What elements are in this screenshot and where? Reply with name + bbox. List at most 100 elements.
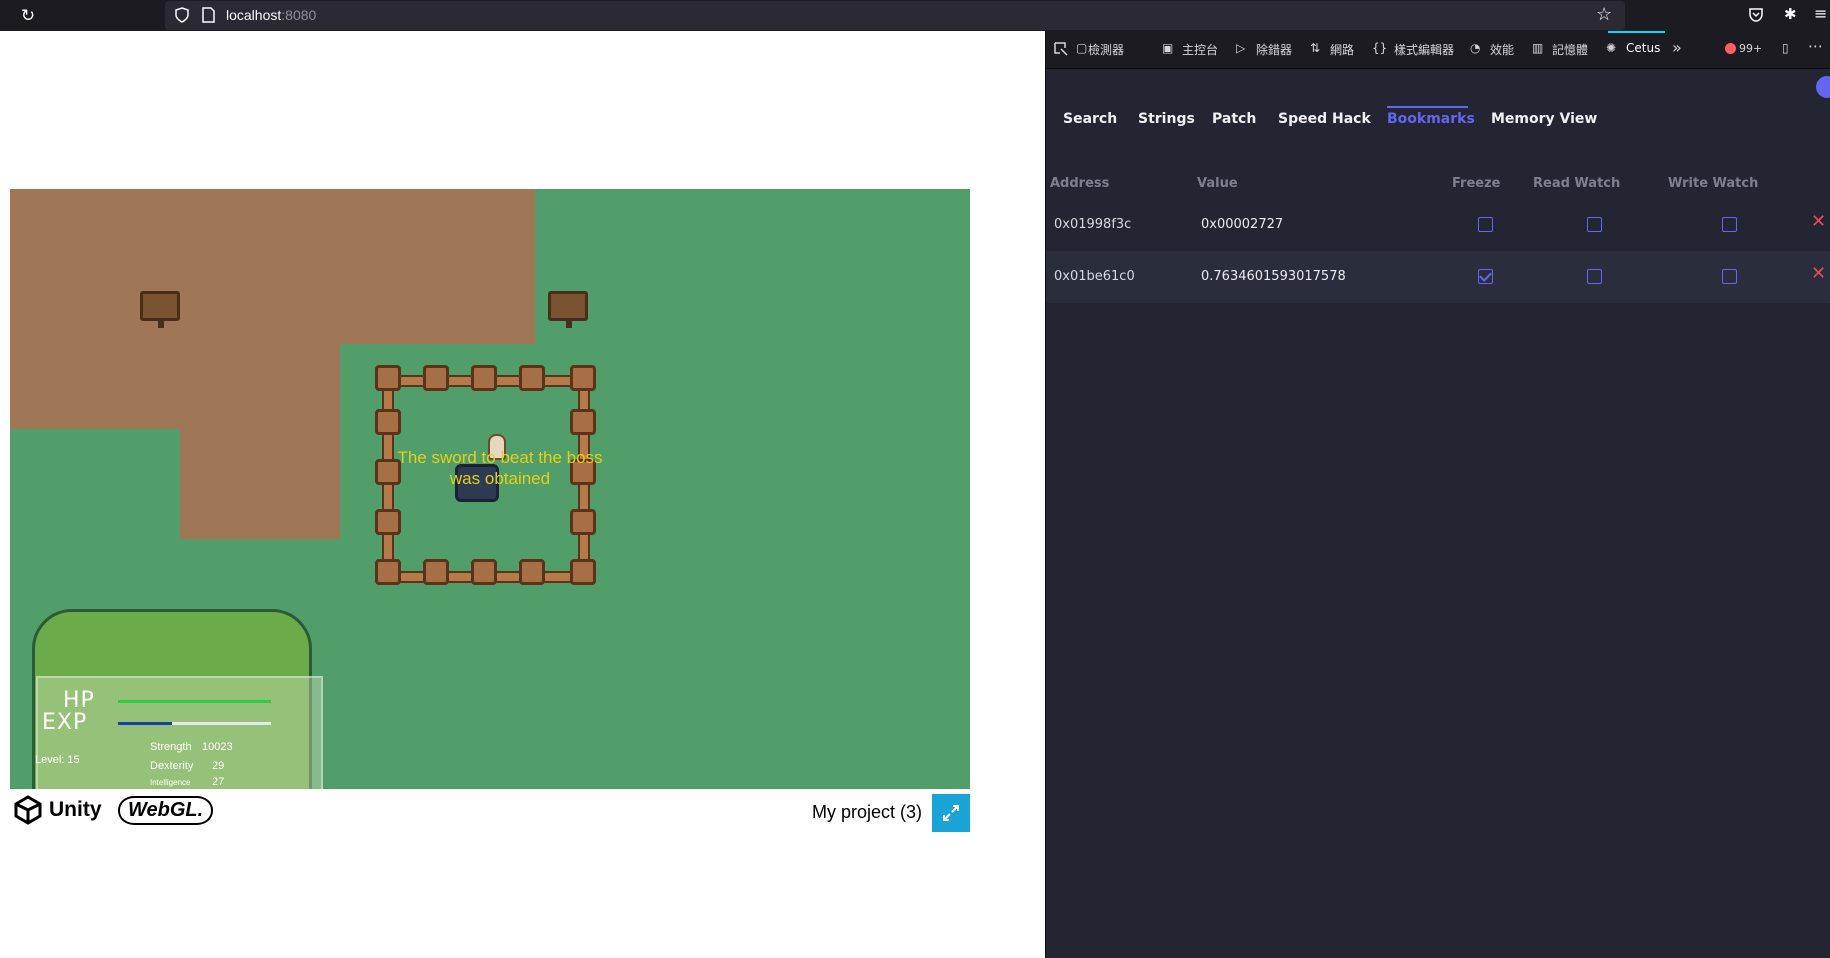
fence-post: [375, 509, 401, 535]
devtools-panel: 檢測器 ▢ ▣ 主控台 ▷ 除錯器 ⇅ 網路 {} 樣式編輯器 ◔ 效能 ▥ 記…: [1045, 31, 1830, 958]
console-icon: ▣: [1162, 41, 1174, 55]
wooden-sign: [140, 291, 180, 328]
responsive-design-icon[interactable]: ▯: [1782, 41, 1789, 55]
fence-post: [519, 365, 545, 391]
cetus-tab-strings[interactable]: Strings: [1138, 111, 1195, 127]
devtools-tab-inspector[interactable]: 檢測器: [1088, 41, 1124, 58]
url-text[interactable]: localhost:8080: [226, 7, 316, 23]
column-header-value: Value: [1197, 176, 1238, 191]
bookmark-value[interactable]: 0.7634601593017578: [1201, 269, 1346, 284]
unity-wordmark: Unity: [49, 798, 102, 821]
delete-bookmark-icon[interactable]: ✕: [1811, 211, 1826, 232]
cetus-nav: [1046, 70, 1830, 140]
network-icon: ⇅: [1310, 41, 1321, 55]
cetus-tab-memory-view[interactable]: Memory View: [1491, 111, 1597, 127]
bookmark-value[interactable]: 0x00002727: [1201, 217, 1283, 232]
more-tabs-icon[interactable]: »: [1672, 38, 1682, 57]
fence-post: [471, 559, 497, 585]
cetus-tab-patch[interactable]: Patch: [1212, 111, 1256, 127]
exp-bar: [118, 722, 271, 725]
browser-toolbar: ↻ localhost:8080 ☆ ✱ ≡: [0, 0, 1830, 31]
bookmark-row: 0x01998f3c 0x00002727 ✕: [1046, 199, 1830, 251]
fence-post: [570, 509, 596, 535]
inspector-icon: ▢: [1076, 41, 1088, 55]
fence-post: [570, 365, 596, 391]
fence-post: [375, 365, 401, 391]
devtools-tab-memory[interactable]: 記憶體: [1552, 41, 1588, 58]
project-title: My project (3): [811, 802, 922, 822]
write-watch-checkbox[interactable]: [1722, 269, 1737, 284]
fence-post: [375, 409, 401, 435]
intelligence-value: 27: [212, 776, 225, 788]
tracking-shield-icon[interactable]: [175, 7, 189, 23]
bookmark-address[interactable]: 0x01be61c0: [1054, 269, 1135, 284]
fence-post: [570, 409, 596, 435]
fence-post: [471, 365, 497, 391]
active-tab-indicator: [1608, 31, 1665, 33]
unity-logo: Unity: [13, 795, 102, 825]
hp-bar-fill: [118, 700, 271, 703]
devtools-tabbar: 檢測器 ▢ ▣ 主控台 ▷ 除錯器 ⇅ 網路 {} 樣式編輯器 ◔ 效能 ▥ 記…: [1046, 31, 1830, 69]
exp-label: EXP: [42, 710, 88, 735]
dirt-path: [10, 189, 535, 344]
devtools-tab-network[interactable]: 網路: [1330, 41, 1354, 58]
url-bar[interactable]: [165, 1, 1625, 30]
extensions-icon[interactable]: ✱: [1784, 5, 1797, 23]
write-watch-checkbox[interactable]: [1722, 217, 1737, 232]
delete-bookmark-icon[interactable]: ✕: [1811, 263, 1826, 284]
strength-label: Strength: [150, 741, 192, 753]
bookmark-address[interactable]: 0x01998f3c: [1054, 217, 1131, 232]
column-header-address: Address: [1050, 176, 1110, 191]
unity-game-canvas[interactable]: The sword to beat the boss was obtained …: [10, 189, 970, 789]
memory-icon: ▥: [1532, 41, 1544, 55]
fence-post: [423, 559, 449, 585]
fence-post: [375, 559, 401, 585]
freeze-checkbox[interactable]: [1478, 269, 1493, 284]
webgl-logo: WebGL.: [118, 796, 214, 825]
dexterity-value: 29: [212, 760, 225, 772]
dirt-path: [180, 429, 340, 539]
devtools-tab-debugger[interactable]: 除錯器: [1256, 41, 1292, 58]
pocket-icon[interactable]: [1748, 7, 1764, 23]
fence-post: [570, 559, 596, 585]
devtools-tab-cetus[interactable]: Cetus: [1626, 41, 1660, 55]
read-watch-checkbox[interactable]: [1587, 269, 1602, 284]
column-header-write-watch: Write Watch: [1668, 176, 1759, 191]
dexterity-label: Dexterity: [150, 760, 194, 772]
strength-value: 10023: [202, 741, 233, 753]
column-header-freeze: Freeze: [1452, 176, 1501, 191]
fullscreen-button[interactable]: [932, 794, 970, 832]
unity-footer: Unity WebGL. My project (3): [10, 792, 970, 832]
read-watch-checkbox[interactable]: [1587, 217, 1602, 232]
cetus-icon: ✺: [1606, 41, 1617, 55]
reload-icon[interactable]: ↻: [18, 6, 38, 26]
cetus-active-underline: [1387, 106, 1468, 108]
performance-icon: ◔: [1470, 41, 1481, 55]
wooden-sign: [548, 291, 588, 328]
devtools-options-icon[interactable]: ⋯: [1808, 37, 1823, 55]
error-count-badge[interactable]: 99+: [1725, 42, 1762, 55]
dirt-path: [10, 344, 340, 429]
unity-cube-icon: [14, 795, 42, 825]
devtools-tab-performance[interactable]: 效能: [1490, 41, 1514, 58]
fence-post: [519, 559, 545, 585]
error-icon: [1725, 43, 1736, 54]
column-header-read-watch: Read Watch: [1533, 176, 1621, 191]
hp-bar: [118, 700, 271, 703]
menu-icon[interactable]: ≡: [1814, 4, 1827, 23]
exp-bar-fill: [118, 722, 172, 725]
cetus-tab-search[interactable]: Search: [1063, 111, 1117, 127]
bookmark-star-icon[interactable]: ☆: [1596, 5, 1616, 25]
cetus-tab-bookmarks[interactable]: Bookmarks: [1387, 111, 1475, 127]
devtools-tab-style-editor[interactable]: 樣式編輯器: [1394, 41, 1454, 58]
style-editor-icon: {}: [1372, 41, 1388, 55]
intelligence-label: Intelligence: [150, 778, 191, 787]
devtools-tab-console[interactable]: 主控台: [1182, 41, 1218, 58]
game-message: The sword to beat the boss was obtained: [397, 448, 603, 488]
cetus-tab-speed-hack[interactable]: Speed Hack: [1278, 111, 1371, 127]
freeze-checkbox[interactable]: [1478, 217, 1493, 232]
element-picker-icon[interactable]: [1054, 42, 1068, 56]
fullscreen-icon: [943, 805, 959, 821]
page-info-icon[interactable]: [202, 7, 215, 23]
level-label: Level: 15: [35, 754, 80, 766]
